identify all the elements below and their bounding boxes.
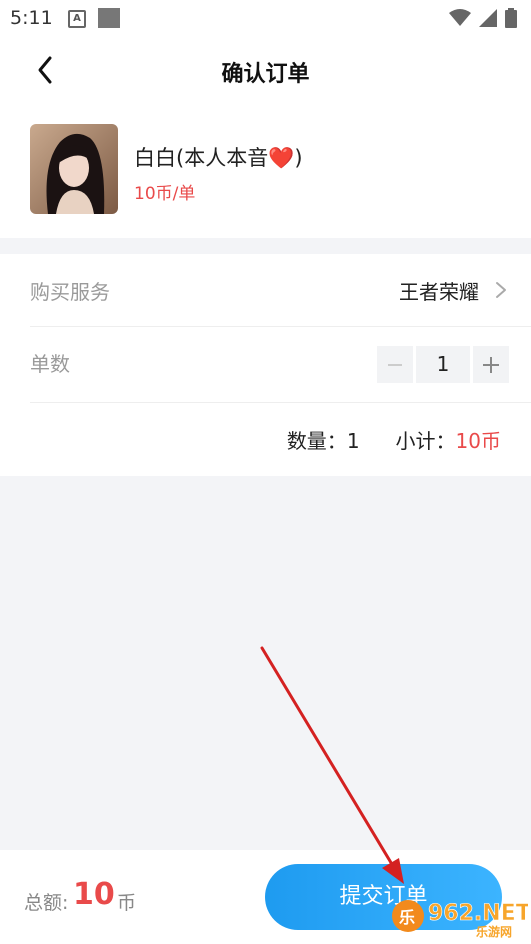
service-row[interactable]: 购买服务 王者荣耀 xyxy=(30,254,531,327)
page-title: 确认订单 xyxy=(221,62,310,87)
notification-square-icon xyxy=(98,8,120,28)
summary-subtotal-value: 10币 xyxy=(455,429,501,453)
battery-icon xyxy=(505,8,517,28)
avatar xyxy=(30,124,118,214)
wifi-icon xyxy=(449,9,471,26)
service-label: 购买服务 xyxy=(30,280,110,304)
quantity-value[interactable]: 1 xyxy=(416,346,470,383)
status-icons xyxy=(449,8,517,28)
summary-subtotal-label: 小计： xyxy=(395,429,456,453)
signal-icon xyxy=(479,9,497,27)
summary-qty-value: 1 xyxy=(346,429,360,453)
decrement-button[interactable] xyxy=(377,346,413,383)
summary-qty-label: 数量： xyxy=(286,429,347,453)
total-unit: 币 xyxy=(117,892,137,914)
product-price: 10币/单 xyxy=(134,184,196,204)
quantity-row: 单数 1 xyxy=(30,327,531,403)
total-label: 总额: xyxy=(24,892,69,914)
header: 确认订单 xyxy=(0,36,531,102)
service-value[interactable]: 王者荣耀 xyxy=(399,276,479,305)
plus-icon xyxy=(483,356,499,373)
chevron-right-icon[interactable] xyxy=(495,281,507,299)
status-time: 5:11 xyxy=(10,7,53,29)
product-card: 白白(本人本音❤️) 10币/单 xyxy=(0,102,531,238)
quantity-stepper: 1 xyxy=(377,346,509,383)
increment-button[interactable] xyxy=(473,346,509,383)
minus-icon xyxy=(388,363,402,366)
total-amount: 10 xyxy=(73,877,115,912)
order-section: 购买服务 王者荣耀 单数 1 数量：1 小计：10币 xyxy=(0,254,531,476)
summary-row: 数量：1 小计：10币 xyxy=(30,403,531,476)
keyboard-indicator-icon: A xyxy=(68,10,86,28)
quantity-label: 单数 xyxy=(30,352,70,376)
product-name: 白白(本人本音❤️) xyxy=(134,146,303,170)
bottom-bar: 总额: 10 币 提交订单 xyxy=(0,850,531,944)
order-summary: 数量：1 小计：10币 xyxy=(287,425,501,454)
submit-order-button[interactable]: 提交订单 xyxy=(265,864,502,930)
status-bar: 5:11 A xyxy=(0,0,531,36)
